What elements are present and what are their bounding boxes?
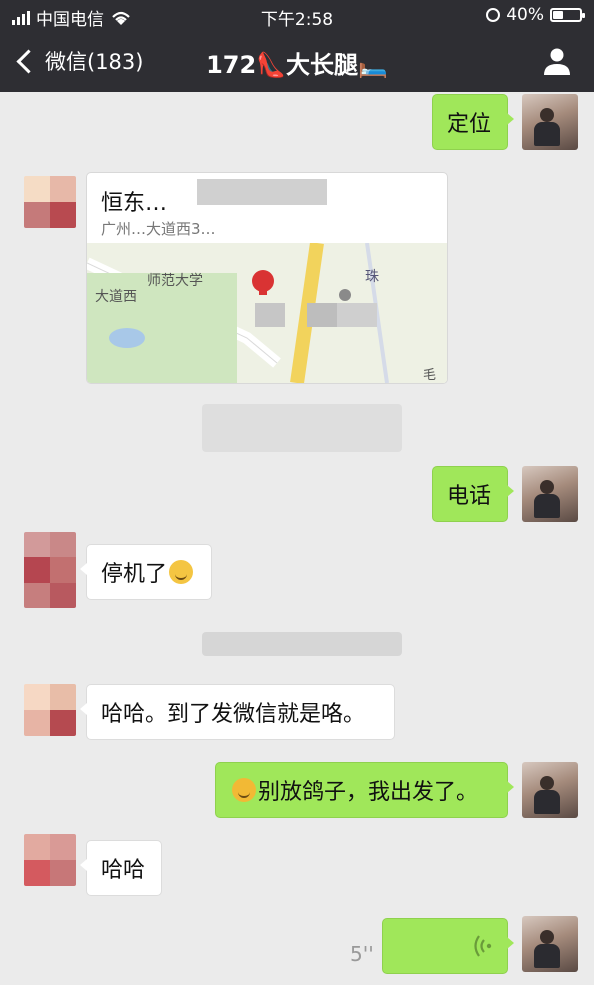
avatar-self[interactable] <box>522 466 578 522</box>
avatar-self[interactable] <box>522 94 578 150</box>
map-drawing: 大道西 师范大学 珠 毛 <box>87 242 447 383</box>
avatar-other[interactable] <box>24 834 76 886</box>
message-bubble-self[interactable]: 电话 <box>432 466 514 522</box>
system-timestamp-redacted <box>202 632 402 656</box>
voice-wave-icon <box>474 935 492 957</box>
message-text: 电话 <box>447 484 492 509</box>
message-bubble-other[interactable]: 哈哈。到了发微信就是咯。 <box>80 684 395 740</box>
avatar-other[interactable] <box>24 532 76 608</box>
laughing-emoji-icon <box>232 778 256 802</box>
redacted-block <box>197 179 327 205</box>
map-label: 大道西 <box>95 288 137 304</box>
message-text: 定位 <box>447 112 492 137</box>
avatar-self[interactable] <box>522 762 578 818</box>
status-bar: 中国电信 下午2:58 40% <box>0 0 594 32</box>
message-text: 停机了 <box>101 562 168 587</box>
location-title: 恒东… <box>101 191 168 216</box>
map-label: 珠 <box>365 268 379 284</box>
alarm-icon <box>486 8 501 22</box>
voice-message-bubble[interactable] <box>382 918 514 974</box>
battery-percent: 40% <box>506 5 544 25</box>
person-icon[interactable] <box>542 46 572 76</box>
map-label: 毛 <box>423 367 436 382</box>
message-bubble-other[interactable]: 哈哈 <box>80 840 162 896</box>
message-bubble-self[interactable]: 定位 <box>432 94 514 150</box>
thinking-emoji-icon <box>169 560 194 584</box>
message-text: 别放鸽子，我出发了。 <box>258 780 479 805</box>
message-bubble-self[interactable]: 别放鸽子，我出发了。 <box>215 762 514 818</box>
map-label: 师范大学 <box>147 272 203 288</box>
location-card[interactable]: 恒东… 广州…大道西3… 大道西 师范大学 珠 毛 <box>86 172 448 384</box>
chat-area[interactable]: 定位 恒东… 广州…大道西3… 大道西 师范大学 珠 毛 电话 停机了 哈哈。到… <box>0 92 594 985</box>
status-right: 40% <box>486 5 585 25</box>
map-thumbnail: 大道西 师范大学 珠 毛 <box>87 242 447 383</box>
system-timestamp-redacted <box>202 404 402 452</box>
message-text: 哈哈 <box>101 858 146 883</box>
voice-duration: 5'' <box>350 942 374 966</box>
avatar-other[interactable] <box>24 176 76 228</box>
avatar-other[interactable] <box>24 684 76 736</box>
battery-icon <box>550 8 585 22</box>
location-subtitle: 广州…大道西3… <box>101 220 216 238</box>
avatar-self[interactable] <box>522 916 578 972</box>
message-bubble-other[interactable]: 停机了 <box>80 544 212 600</box>
nav-bar: 微信(183) 172👠大长腿🛏️ <box>0 32 594 92</box>
chat-title: 172👠大长腿🛏️ <box>206 51 388 79</box>
message-text: 哈哈。到了发微信就是咯。 <box>101 702 366 727</box>
